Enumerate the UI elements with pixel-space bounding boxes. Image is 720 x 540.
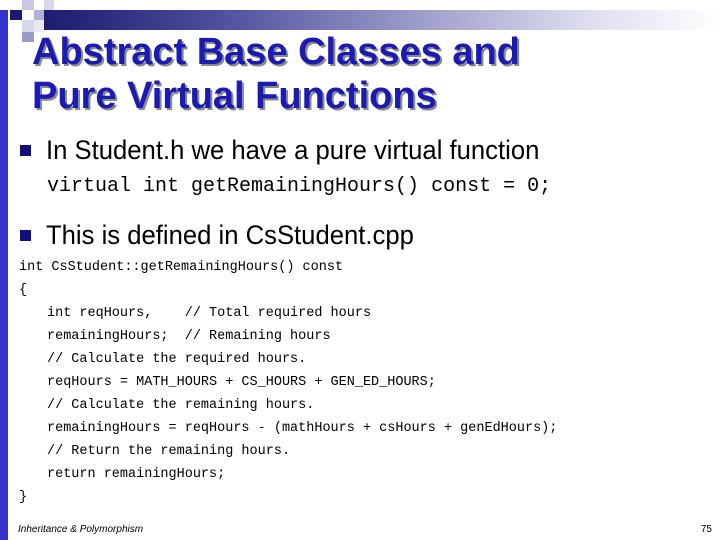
corner-square [0, 0, 10, 10]
bullet-text: In Student.h we have a pure virtual func… [46, 135, 540, 165]
corner-square [44, 0, 54, 10]
left-accent-bar [0, 0, 8, 540]
code-line: int reqHours, // Total required hours [47, 306, 372, 321]
code-signature: int CsStudent::getRemainingHours() const [19, 260, 344, 275]
square-bullet-icon [20, 230, 31, 241]
code-line: // Calculate the required hours. [47, 352, 307, 367]
code-line: reqHours = MATH_HOURS + CS_HOURS + GEN_E… [47, 375, 436, 390]
bullet-item: This is defined in CsStudent.cpp [20, 220, 433, 251]
pure-virtual-declaration: virtual int getRemainingHours() const = … [47, 175, 552, 198]
code-line: // Calculate the remaining hours. [47, 398, 315, 413]
code-open-brace: { [19, 283, 28, 298]
code-line: remainingHours; // Remaining hours [47, 329, 331, 344]
code-close-brace: } [19, 490, 28, 505]
corner-square [34, 10, 44, 20]
top-gradient-band [36, 10, 720, 30]
bullet-item: In Student.h we have a pure virtual func… [20, 135, 565, 166]
square-bullet-icon [20, 145, 31, 156]
page-number: 75 [700, 524, 712, 535]
code-line: // Return the remaining hours. [47, 444, 291, 459]
corner-square [10, 10, 22, 20]
bullet-text: This is defined in CsStudent.cpp [46, 220, 414, 250]
slide-title-line-2: Pure Virtual Functions [32, 75, 437, 117]
code-line: remainingHours = reqHours - (mathHours +… [47, 421, 558, 436]
code-block: int CsStudent::getRemainingHours() const… [19, 256, 557, 509]
code-line: return remainingHours; [47, 467, 226, 482]
corner-square [22, 0, 34, 10]
slide-title-line-1: Abstract Base Classes and [32, 31, 520, 73]
slide-title: Abstract Base Classes and Pure Virtual F… [32, 30, 520, 118]
footer-topic: Inheritance & Polymorphism [18, 524, 144, 535]
